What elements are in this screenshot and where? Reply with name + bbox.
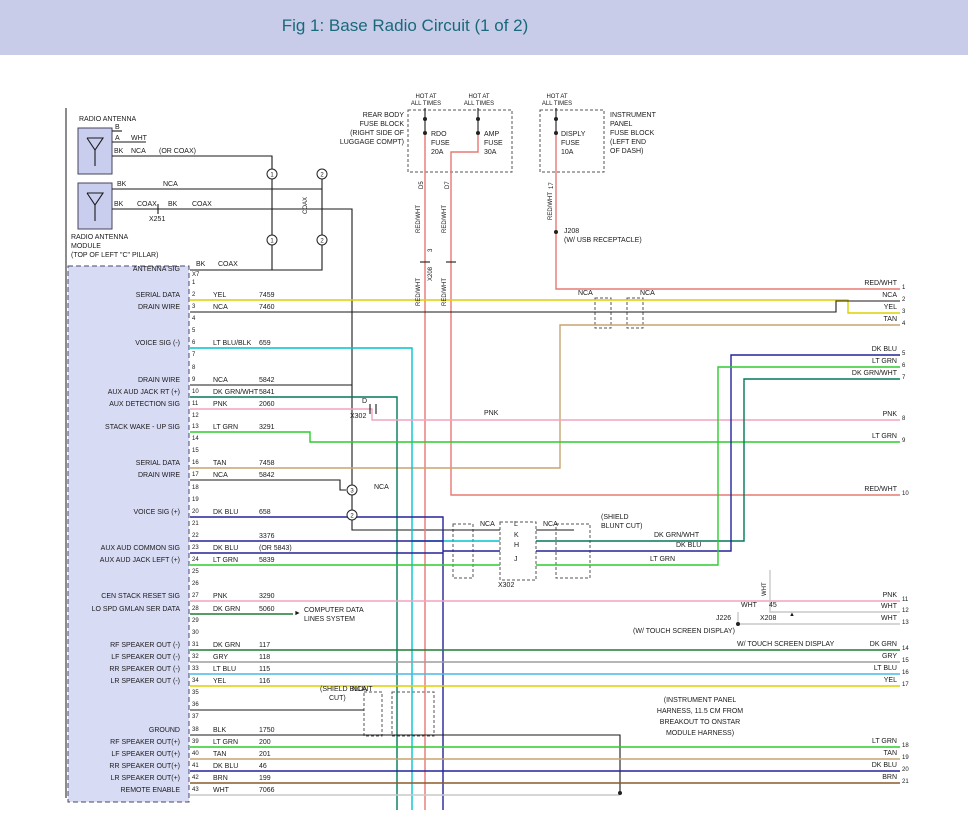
- wire-blk: [352, 520, 500, 530]
- wire-pnk: [190, 409, 900, 420]
- wire-blk: [190, 301, 900, 312]
- wire-red: [451, 133, 900, 495]
- connector-box: [500, 522, 536, 580]
- wire-teal: [190, 397, 397, 810]
- wiring-diagram-canvas: 121232: [0, 0, 968, 815]
- splice-dot: [554, 117, 558, 121]
- radio-module-connector: [68, 266, 189, 802]
- wire-red: [556, 133, 900, 289]
- splice-dot: [476, 117, 480, 121]
- wire-wht: [770, 570, 900, 612]
- wire-wht: [738, 612, 900, 624]
- splice-dot: [423, 117, 427, 121]
- connector-box: [540, 110, 604, 172]
- splice-dot: [736, 622, 740, 626]
- wire-yel: [190, 300, 900, 313]
- wire-nvy: [190, 517, 443, 810]
- wire-ltg: [190, 432, 900, 442]
- wiring-diagram-page: Fig 1: Base Radio Circuit (1 of 2) 12123…: [0, 0, 968, 815]
- wire-cyn: [190, 348, 412, 810]
- wire-blk: [190, 735, 620, 793]
- splice-dot: [554, 230, 558, 234]
- connector-box: [595, 298, 611, 328]
- connector-box: [392, 692, 434, 736]
- wire-blk: [272, 245, 322, 270]
- splice-dot: [554, 131, 558, 135]
- splice-dot: [618, 791, 622, 795]
- splice-dot: [423, 131, 427, 135]
- connector-box: [627, 298, 643, 328]
- wire-blk: [190, 245, 272, 270]
- splice-dot: [476, 131, 480, 135]
- connector-box: [364, 692, 382, 736]
- wire-blk: [112, 156, 272, 169]
- wire-blk: [190, 480, 346, 490]
- wire-ltg: [536, 367, 900, 565]
